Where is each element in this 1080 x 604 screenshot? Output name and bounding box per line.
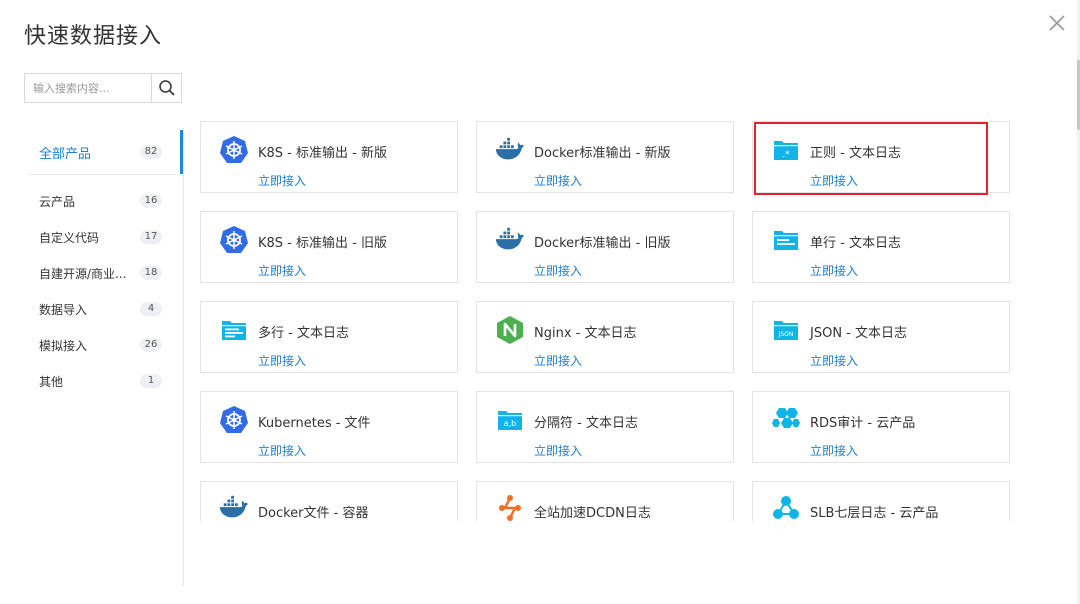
card-regex-text-log[interactable]: .* 正则 - 文本日志 立即接入 xyxy=(752,121,1010,193)
card-multi-line-text-log[interactable]: 多行 - 文本日志 立即接入 xyxy=(200,301,458,373)
sidebar-item-cloud-products[interactable]: 云产品 16 xyxy=(24,189,176,213)
access-now-link[interactable]: 立即接入 xyxy=(534,442,582,459)
card-k8s-stdout-old[interactable]: K8S - 标准输出 - 旧版 立即接入 xyxy=(200,211,458,283)
kubernetes-icon xyxy=(219,406,249,434)
card-k8s-stdout-new[interactable]: K8S - 标准输出 - 新版 立即接入 xyxy=(200,121,458,193)
quick-data-access-dialog: 快速数据接入 全部产品 82 云产品 16 自定义代码 17 xyxy=(0,0,1080,604)
card-single-line-text-log[interactable]: 单行 - 文本日志 立即接入 xyxy=(752,211,1010,283)
access-now-link[interactable]: 立即接入 xyxy=(258,442,306,459)
search-icon xyxy=(158,80,175,96)
count-badge: 82 xyxy=(140,145,162,159)
card-title: 分隔符 - 文本日志 xyxy=(534,416,638,431)
card-json-text-log[interactable]: JSON JSON - 文本日志 立即接入 xyxy=(752,301,1010,373)
sidebar-border xyxy=(183,128,184,586)
svg-text:a,b: a,b xyxy=(504,419,517,428)
card-title: 多行 - 文本日志 xyxy=(258,326,349,341)
count-badge: 4 xyxy=(140,302,162,316)
access-now-link[interactable]: 立即接入 xyxy=(258,352,306,369)
count-badge: 18 xyxy=(140,266,162,280)
docker-icon xyxy=(219,494,249,522)
sidebar-item-label: 自定义代码 xyxy=(39,230,100,245)
sidebar-item-simulated-access[interactable]: 模拟接入 26 xyxy=(24,333,176,357)
json-folder-icon: JSON xyxy=(771,316,801,344)
slb-icon xyxy=(771,494,801,522)
active-indicator xyxy=(180,130,183,174)
docker-icon xyxy=(495,136,525,164)
access-now-link[interactable]: 立即接入 xyxy=(258,262,306,279)
access-now-link[interactable]: 立即接入 xyxy=(810,172,858,189)
dcdn-icon xyxy=(495,494,525,522)
card-title: Docker标准输出 - 新版 xyxy=(534,146,671,161)
card-kubernetes-file[interactable]: Kubernetes - 文件 立即接入 xyxy=(200,391,458,463)
search-box xyxy=(24,73,182,103)
card-title: SLB七层日志 - 云产品 xyxy=(810,506,939,521)
card-title: Nginx - 文本日志 xyxy=(534,326,637,341)
docker-icon xyxy=(495,226,525,254)
card-title: K8S - 标准输出 - 旧版 xyxy=(258,236,387,251)
card-delimiter-text-log[interactable]: a,b 分隔符 - 文本日志 立即接入 xyxy=(476,391,734,463)
card-dcdn-log[interactable]: 全站加速DCDN日志 xyxy=(476,481,734,521)
access-now-link[interactable]: 立即接入 xyxy=(810,262,858,279)
card-title: RDS审计 - 云产品 xyxy=(810,416,916,431)
card-title: Kubernetes - 文件 xyxy=(258,416,371,431)
kubernetes-icon xyxy=(219,226,249,254)
count-badge: 16 xyxy=(140,194,162,208)
count-badge: 17 xyxy=(140,230,162,244)
card-title: 正则 - 文本日志 xyxy=(810,146,901,161)
single-line-folder-icon xyxy=(771,226,801,254)
search-button[interactable] xyxy=(151,74,181,102)
count-badge: 26 xyxy=(140,338,162,352)
access-now-link[interactable]: 立即接入 xyxy=(534,172,582,189)
sidebar-item-label: 其他 xyxy=(39,374,64,389)
svg-text:.*: .* xyxy=(782,150,790,160)
close-icon xyxy=(1049,15,1065,31)
card-title: JSON - 文本日志 xyxy=(810,326,907,341)
access-now-link[interactable]: 立即接入 xyxy=(810,442,858,459)
sidebar-item-all-products[interactable]: 全部产品 82 xyxy=(24,140,176,164)
access-now-link[interactable]: 立即接入 xyxy=(534,262,582,279)
card-slb-layer7-log[interactable]: SLB七层日志 - 云产品 xyxy=(752,481,1010,521)
sidebar-item-label: 全部产品 xyxy=(39,146,92,162)
card-title: Docker文件 - 容器 xyxy=(258,506,369,521)
sidebar-item-label: 云产品 xyxy=(39,194,76,209)
svg-text:JSON: JSON xyxy=(778,331,794,338)
card-title: Docker标准输出 - 旧版 xyxy=(534,236,671,251)
access-now-link[interactable]: 立即接入 xyxy=(810,352,858,369)
sidebar-item-self-built[interactable]: 自建开源/商业... 18 xyxy=(24,261,176,285)
kubernetes-icon xyxy=(219,136,249,164)
category-sidebar: 全部产品 82 云产品 16 自定义代码 17 自建开源/商业... 18 数据… xyxy=(24,128,184,586)
access-now-link[interactable]: 立即接入 xyxy=(258,172,306,189)
card-title: K8S - 标准输出 - 新版 xyxy=(258,146,387,161)
card-docker-stdout-old[interactable]: Docker标准输出 - 旧版 立即接入 xyxy=(476,211,734,283)
sidebar-item-label: 数据导入 xyxy=(39,302,88,317)
sidebar-divider xyxy=(28,174,176,175)
search-input[interactable] xyxy=(25,74,151,102)
card-docker-file-container[interactable]: Docker文件 - 容器 xyxy=(200,481,458,521)
dialog-title: 快速数据接入 xyxy=(24,24,163,49)
access-now-link[interactable]: 立即接入 xyxy=(534,352,582,369)
regex-folder-icon: .* xyxy=(771,136,801,164)
nginx-icon xyxy=(495,316,525,344)
delimiter-folder-icon: a,b xyxy=(495,406,525,434)
sidebar-item-other[interactable]: 其他 1 xyxy=(24,369,176,393)
multi-line-folder-icon xyxy=(219,316,249,344)
card-nginx-text-log[interactable]: Nginx - 文本日志 立即接入 xyxy=(476,301,734,373)
close-button[interactable] xyxy=(1046,12,1068,34)
card-rds-audit[interactable]: RDS审计 - 云产品 立即接入 xyxy=(752,391,1010,463)
count-badge: 1 xyxy=(140,374,162,388)
sidebar-item-label: 自建开源/商业... xyxy=(39,266,127,281)
card-title: 全站加速DCDN日志 xyxy=(534,506,651,521)
sidebar-item-data-import[interactable]: 数据导入 4 xyxy=(24,297,176,321)
rds-icon xyxy=(771,406,801,434)
card-title: 单行 - 文本日志 xyxy=(810,236,901,251)
sidebar-item-custom-code[interactable]: 自定义代码 17 xyxy=(24,225,176,249)
sidebar-item-label: 模拟接入 xyxy=(39,338,88,353)
card-docker-stdout-new[interactable]: Docker标准输出 - 新版 立即接入 xyxy=(476,121,734,193)
